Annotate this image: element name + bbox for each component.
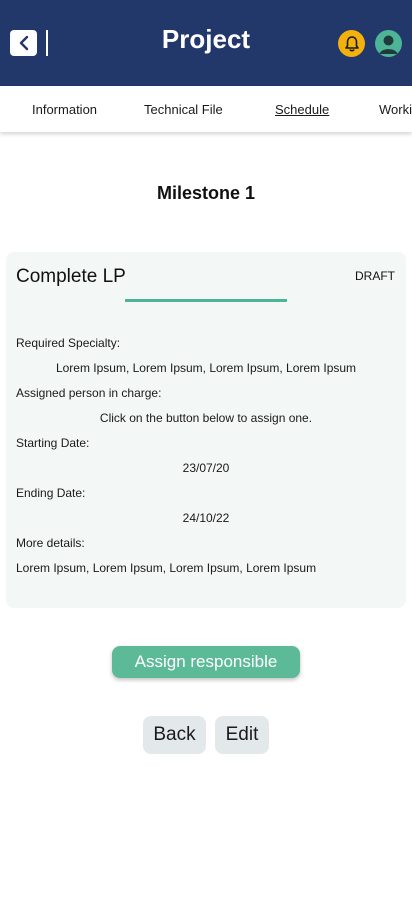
assigned-person-label: Assigned person in charge: bbox=[16, 386, 162, 400]
ending-date-value: 24/10/22 bbox=[182, 511, 230, 525]
more-details-value: Lorem Ipsum, Lorem Ipsum, Lorem Ipsum, L… bbox=[16, 561, 317, 575]
milestone-title: Milestone 1 bbox=[156, 183, 256, 203]
starting-date-label: Starting Date: bbox=[16, 436, 90, 450]
milestone-card: Complete LP DRAFT Required Specialty: Lo… bbox=[6, 252, 406, 608]
user-avatar-icon bbox=[379, 35, 398, 54]
profile-avatar[interactable] bbox=[375, 30, 402, 57]
tab-bar: Information Technical File Schedule Work… bbox=[0, 86, 412, 132]
tab-working[interactable]: Worki bbox=[379, 102, 412, 117]
back-button[interactable]: Back bbox=[143, 716, 206, 754]
status-badge: DRAFT bbox=[355, 269, 395, 283]
required-specialty-label: Required Specialty: bbox=[16, 336, 121, 350]
assigned-person-value: Click on the button below to assign one. bbox=[99, 411, 313, 425]
more-details-label: More details: bbox=[16, 536, 85, 550]
notifications-button[interactable] bbox=[338, 30, 365, 57]
title-underline bbox=[125, 299, 287, 302]
assign-responsible-button[interactable]: Assign responsible bbox=[112, 646, 300, 678]
ending-date-label: Ending Date: bbox=[16, 486, 86, 500]
app-header: Project bbox=[0, 0, 412, 86]
required-specialty-value: Lorem Ipsum, Lorem Ipsum, Lorem Ipsum, L… bbox=[55, 361, 357, 375]
tab-technical-file[interactable]: Technical File bbox=[144, 102, 223, 117]
tab-schedule[interactable]: Schedule bbox=[275, 102, 329, 117]
card-title: Complete LP bbox=[16, 266, 126, 287]
edit-button[interactable]: Edit bbox=[215, 716, 269, 754]
starting-date-value: 23/07/20 bbox=[182, 461, 230, 475]
tab-information[interactable]: Information bbox=[32, 102, 97, 117]
bell-icon bbox=[344, 35, 359, 51]
